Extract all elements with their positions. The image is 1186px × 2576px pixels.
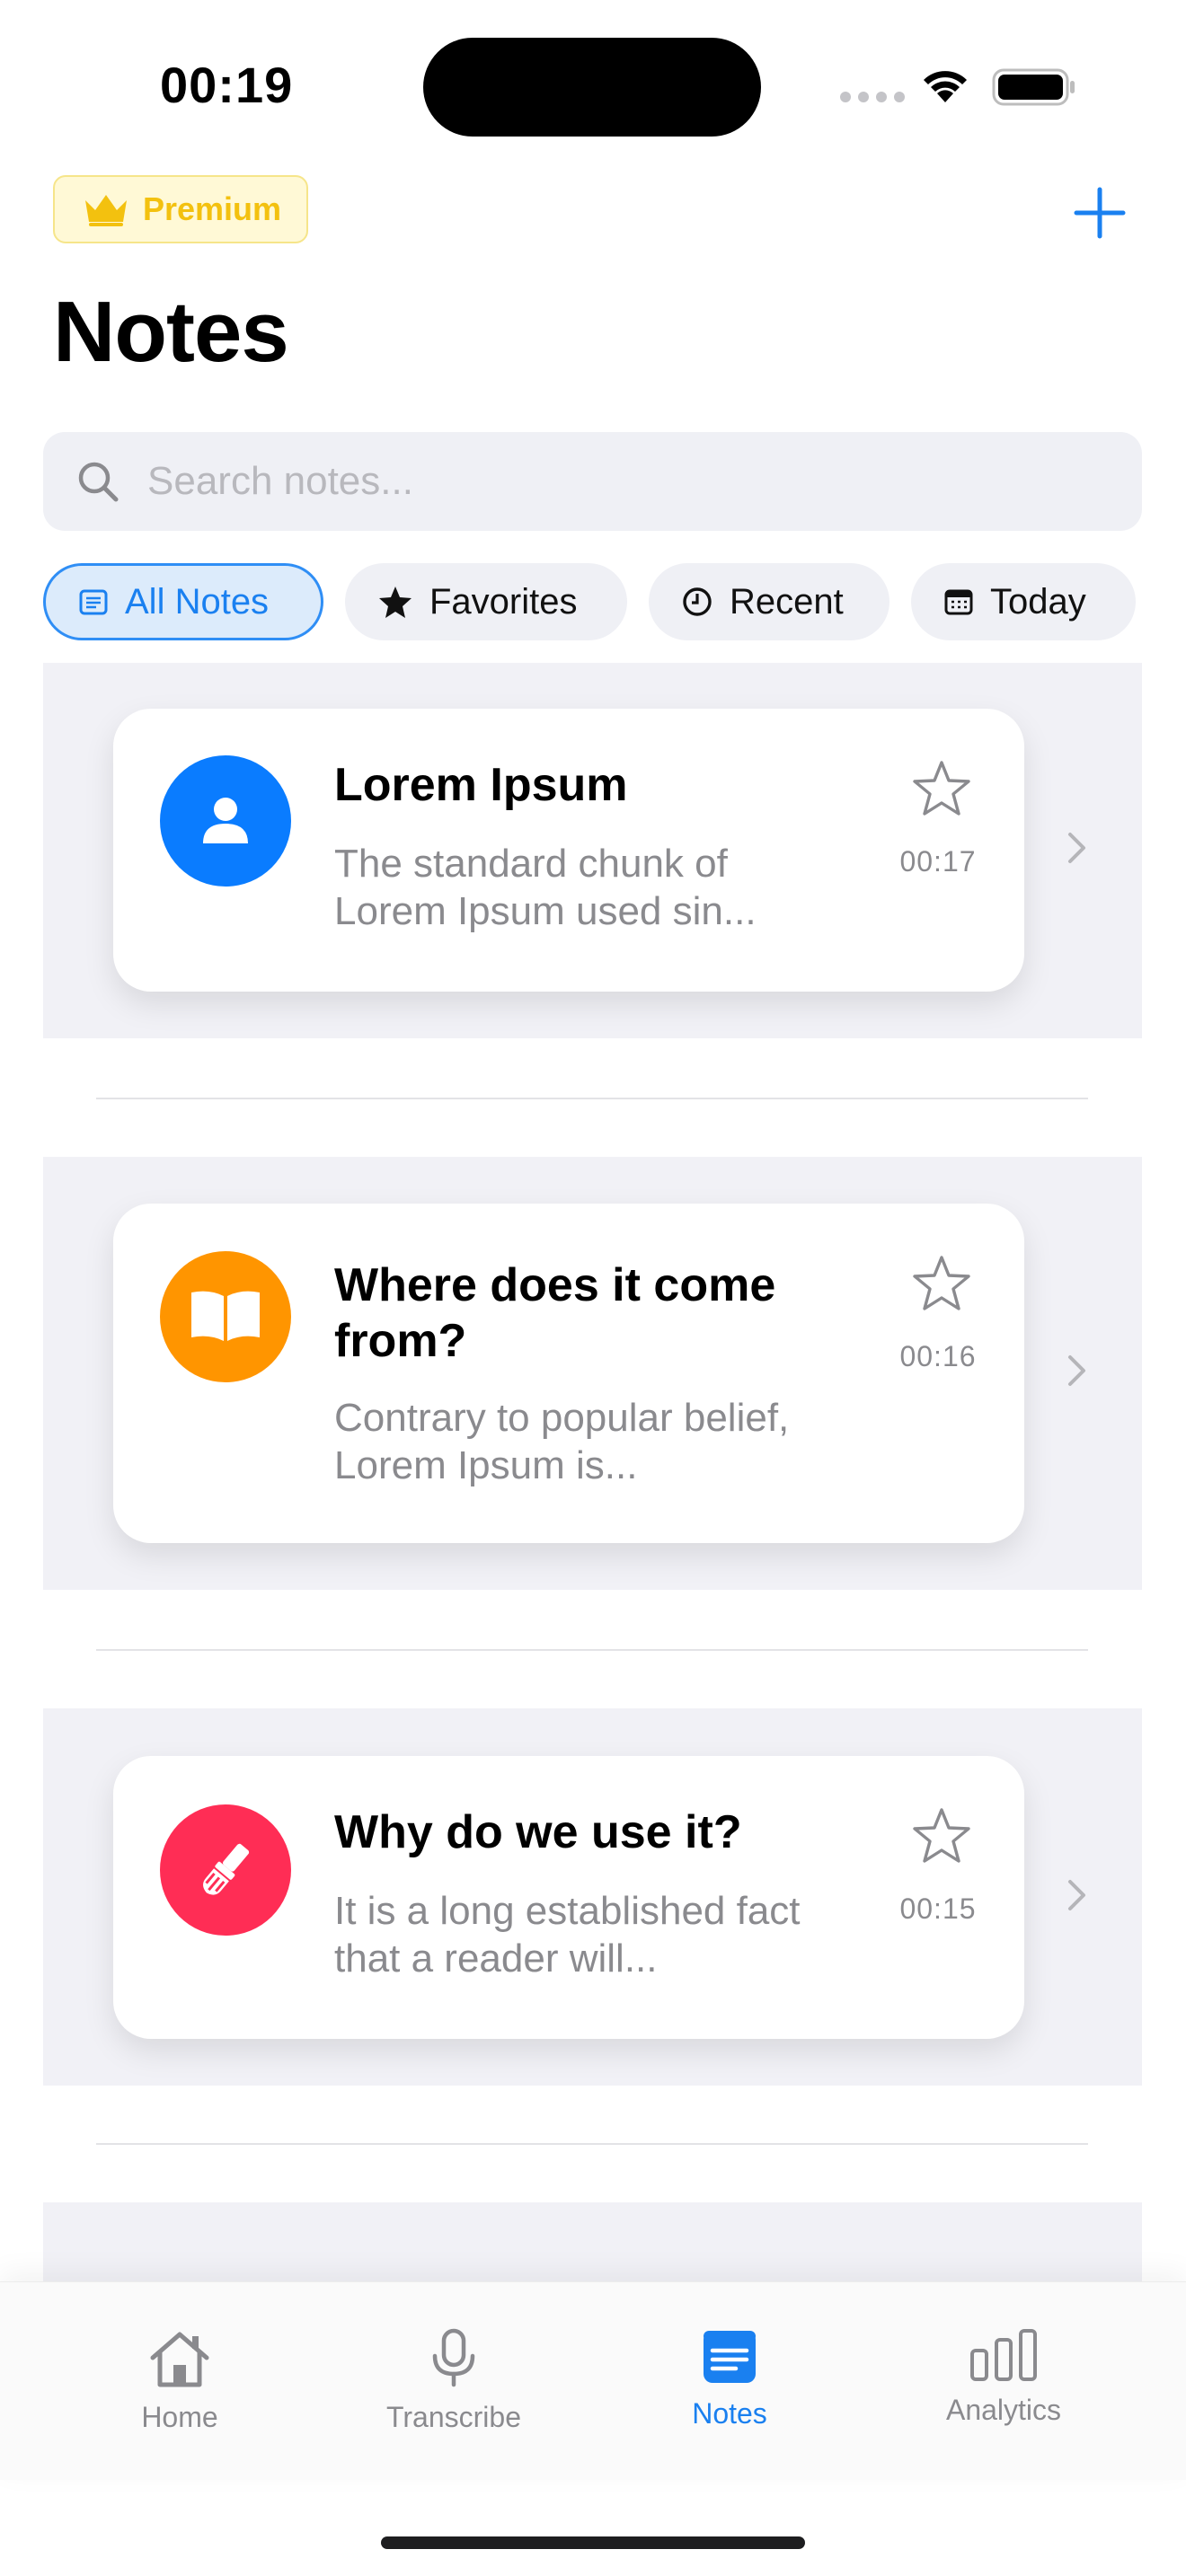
note-avatar	[160, 1251, 291, 1382]
chevron-right-icon	[1068, 833, 1085, 863]
note-avatar	[160, 1804, 291, 1936]
house-icon	[150, 2332, 209, 2387]
search-bar[interactable]	[43, 432, 1142, 531]
note-snippet: Contrary to popular belief, Lorem Ipsum …	[334, 1396, 790, 1487]
tab-label: Transcribe	[386, 2401, 521, 2433]
dynamic-island	[423, 38, 761, 137]
favorite-star-button[interactable]	[911, 1806, 972, 1866]
filter-label: Recent	[730, 581, 844, 622]
star-fill-icon	[379, 587, 412, 618]
note-card[interactable]: Where does it come from? Contrary to pop…	[113, 1204, 1024, 1543]
filter-label: Today	[990, 581, 1086, 622]
cellular-signal-icon	[840, 92, 905, 102]
note-card[interactable]: Lorem Ipsum The standard chunk of Lorem …	[113, 709, 1024, 992]
home-indicator[interactable]	[381, 2536, 805, 2549]
tab-home[interactable]: Home	[72, 2327, 288, 2434]
page-title: Notes	[53, 284, 289, 380]
note-snippet: It is a long established fact that a rea…	[334, 1889, 801, 1981]
filter-all-notes[interactable]: All Notes	[43, 563, 323, 640]
note-avatar	[160, 755, 291, 887]
filter-favorites[interactable]: Favorites	[345, 563, 627, 640]
filter-today[interactable]: Today	[911, 563, 1136, 640]
premium-badge[interactable]: Premium	[53, 175, 308, 243]
divider	[96, 1649, 1088, 1651]
note-time: 00:17	[899, 845, 977, 878]
note-title: Where does it come from?	[334, 1259, 776, 1367]
note-card[interactable]: Why do we use it? It is a long establish…	[113, 1756, 1024, 2039]
divider	[96, 2143, 1088, 2145]
tab-bar: Home Transcribe Notes Analytics	[0, 2281, 1186, 2480]
list-doc-icon	[79, 589, 108, 615]
clock-icon	[683, 587, 712, 616]
note-row	[43, 2202, 1142, 2283]
chart-bars-icon	[970, 2329, 1037, 2381]
divider	[96, 1098, 1088, 1099]
note-snippet: The standard chunk of Lorem Ipsum used s…	[334, 842, 757, 933]
paintbrush-icon	[203, 1843, 250, 1895]
book-icon	[191, 1291, 260, 1341]
battery-icon	[992, 68, 1075, 106]
tab-transcribe[interactable]: Transcribe	[346, 2327, 562, 2434]
note-title: Why do we use it?	[334, 1806, 742, 1858]
tab-label: Home	[141, 2401, 218, 2433]
filter-recent[interactable]: Recent	[649, 563, 890, 640]
filter-label: Favorites	[429, 581, 578, 622]
tab-analytics[interactable]: Analytics	[896, 2327, 1111, 2427]
add-note-button[interactable]	[1071, 184, 1128, 242]
person-icon	[203, 798, 248, 843]
chevron-right-icon	[1068, 1880, 1085, 1910]
notes-icon	[704, 2331, 756, 2383]
tab-notes[interactable]: Notes	[622, 2327, 837, 2430]
search-input[interactable]	[146, 458, 958, 505]
note-title: Lorem Ipsum	[334, 759, 628, 811]
crown-icon	[85, 195, 127, 226]
tab-label: Notes	[692, 2397, 767, 2430]
note-time: 00:16	[899, 1340, 977, 1372]
note-time: 00:15	[899, 1892, 977, 1925]
calendar-icon	[944, 589, 973, 615]
tab-label: Analytics	[945, 2394, 1062, 2426]
filter-chips: All Notes Favorites Recent Today	[43, 563, 1136, 640]
wifi-icon	[924, 71, 967, 102]
mic-icon	[432, 2328, 475, 2387]
status-time: 00:19	[160, 57, 294, 113]
favorite-star-button[interactable]	[911, 1254, 972, 1313]
favorite-star-button[interactable]	[911, 759, 972, 818]
premium-label: Premium	[143, 190, 282, 227]
chevron-right-icon	[1068, 1355, 1085, 1386]
search-icon	[78, 462, 119, 502]
filter-label: All Notes	[125, 581, 270, 622]
